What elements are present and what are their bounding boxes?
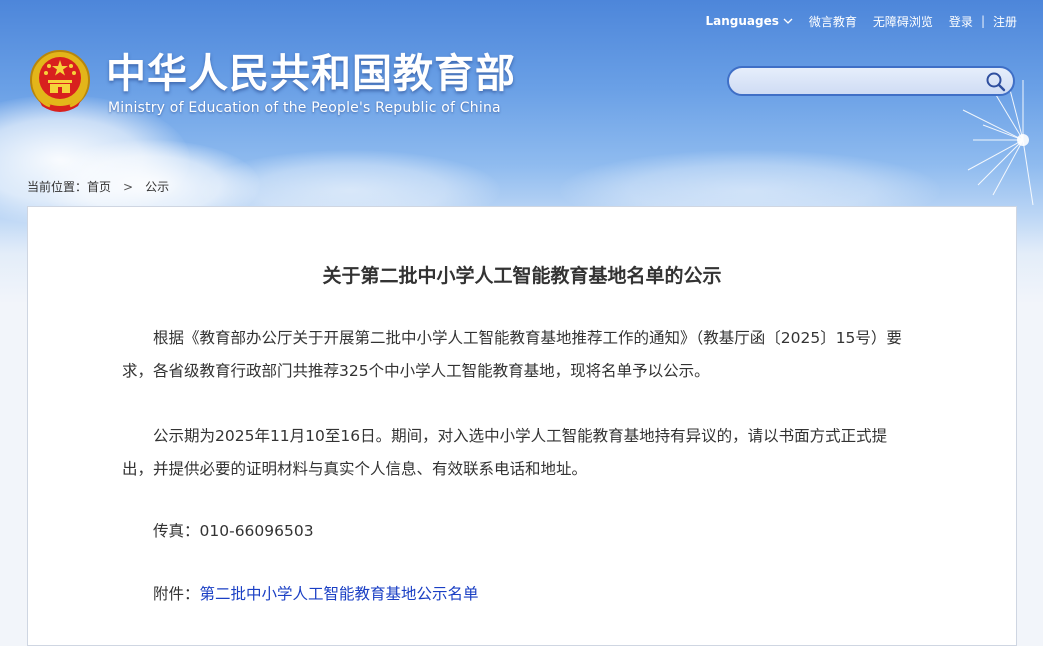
- attachment-line: 附件：第二批中小学人工智能教育基地公示名单: [122, 578, 914, 611]
- fax-label: 传真：: [153, 522, 200, 540]
- breadcrumb-current-link[interactable]: 公示: [145, 178, 169, 195]
- site-title-cn: 中华人民共和国教育部: [106, 51, 516, 97]
- fax-number: 010-66096503: [199, 522, 314, 540]
- attachment-label: 附件：: [153, 585, 200, 603]
- article-panel: 关于第二批中小学人工智能教育基地名单的公示 根据《教育部办公厅关于开展第二批中小…: [27, 206, 1017, 646]
- article-paragraph: 根据《教育部办公厅关于开展第二批中小学人工智能教育基地推荐工作的通知》（教基厅函…: [122, 329, 902, 380]
- article-paragraph: 公示期为2025年11月10至16日。期间，对入选中小学人工智能教育基地持有异议…: [122, 427, 888, 478]
- link-separator: |: [980, 14, 985, 28]
- breadcrumb-home-link[interactable]: 首页: [87, 178, 111, 195]
- search-box: [727, 66, 1015, 96]
- breadcrumb-prefix: 当前位置：: [27, 180, 88, 194]
- national-emblem-icon: [30, 50, 90, 112]
- breadcrumb-separator: >: [123, 179, 134, 194]
- login-link[interactable]: 登录: [949, 13, 973, 30]
- languages-label: Languages: [705, 14, 779, 28]
- accessibility-link[interactable]: 无障碍浏览: [873, 13, 933, 30]
- attachment-link[interactable]: 第二批中小学人工智能教育基地公示名单: [200, 585, 479, 603]
- fax-line: 传真：010-66096503: [122, 515, 914, 548]
- site-title-en: Ministry of Education of the People's Re…: [108, 100, 501, 116]
- chevron-down-icon: [783, 18, 793, 24]
- register-link[interactable]: 注册: [993, 13, 1017, 30]
- top-links-bar: Languages 微言教育 无障碍浏览 登录 | 注册: [706, 12, 1018, 30]
- article-title: 关于第二批中小学人工智能教育基地名单的公示: [322, 265, 722, 287]
- weiyan-education-link[interactable]: 微言教育: [809, 13, 857, 30]
- breadcrumb: 当前位置： 首页 > 公示: [27, 178, 169, 195]
- search-icon[interactable]: [985, 71, 1007, 93]
- languages-menu[interactable]: Languages: [706, 14, 793, 28]
- search-input[interactable]: [741, 71, 985, 93]
